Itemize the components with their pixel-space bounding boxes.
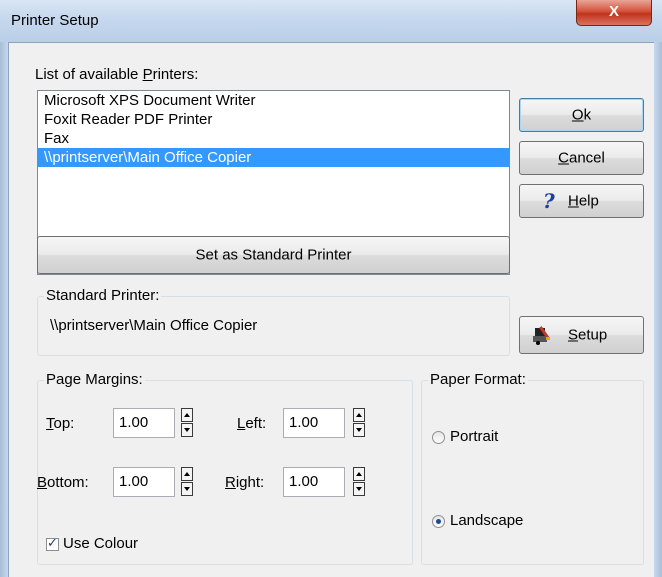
- landscape-label[interactable]: Landscape: [450, 512, 523, 529]
- printer-wrench-icon: [533, 326, 550, 345]
- left-margin-spinner[interactable]: [353, 408, 365, 438]
- left-margin-input[interactable]: 1.00: [283, 408, 345, 438]
- standard-printer-value: \\printserver\Main Office Copier: [50, 317, 258, 334]
- portrait-radio[interactable]: [432, 431, 445, 444]
- printer-item-foxit[interactable]: Foxit Reader PDF Printer: [38, 110, 509, 129]
- standard-printer-group: Standard Printer: \\printserver\Main Off…: [37, 287, 510, 356]
- spin-up-icon[interactable]: [181, 467, 193, 481]
- window-frame-right: [654, 42, 662, 577]
- bottom-margin-spinner[interactable]: [181, 467, 193, 497]
- printers-list-label: List of available Printers:: [35, 66, 199, 83]
- left-margin-label: Left:: [237, 415, 267, 432]
- dialog-body: List of available Printers: Microsoft XP…: [8, 42, 654, 577]
- help-button[interactable]: ? Help: [519, 184, 644, 218]
- window-title: Printer Setup: [11, 12, 99, 29]
- close-button[interactable]: X: [576, 0, 652, 26]
- spin-up-icon[interactable]: [353, 408, 365, 422]
- use-colour-checkbox[interactable]: [46, 536, 59, 551]
- top-margin-spinner[interactable]: [181, 408, 193, 438]
- setup-button[interactable]: Setup: [519, 316, 644, 354]
- top-margin-label: Top:: [46, 415, 75, 432]
- page-margins-title: Page Margins:: [44, 371, 145, 388]
- ok-button[interactable]: Ok: [519, 98, 644, 132]
- right-margin-input[interactable]: 1.00: [283, 467, 345, 497]
- bottom-margin-label: Bottom:: [37, 474, 89, 491]
- right-margin-label: Right:: [225, 474, 265, 491]
- close-icon: X: [608, 3, 619, 20]
- spin-up-icon[interactable]: [181, 408, 193, 422]
- spin-down-icon[interactable]: [353, 423, 365, 437]
- spin-up-icon[interactable]: [353, 467, 365, 481]
- portrait-label[interactable]: Portrait: [450, 428, 498, 445]
- spin-down-icon[interactable]: [181, 423, 193, 437]
- landscape-radio[interactable]: [432, 515, 445, 528]
- use-colour-label[interactable]: Use Colour: [63, 535, 138, 552]
- paper-format-group: Paper Format:: [421, 371, 644, 565]
- window-frame-left: [0, 42, 8, 577]
- title-bar: Printer Setup X: [0, 0, 662, 42]
- help-icon: ?: [543, 189, 555, 213]
- printer-item-main-office-copier[interactable]: \\printserver\Main Office Copier: [38, 148, 509, 167]
- paper-format-title: Paper Format:: [428, 371, 528, 388]
- top-margin-input[interactable]: 1.00: [113, 408, 175, 438]
- cancel-button[interactable]: Cancel: [519, 141, 644, 175]
- standard-printer-title: Standard Printer:: [44, 287, 162, 304]
- printer-item-xps[interactable]: Microsoft XPS Document Writer: [38, 91, 509, 110]
- set-standard-printer-button[interactable]: Set as Standard Printer: [37, 236, 510, 274]
- bottom-margin-input[interactable]: 1.00: [113, 467, 175, 497]
- spin-down-icon[interactable]: [181, 482, 193, 496]
- spin-down-icon[interactable]: [353, 482, 365, 496]
- right-margin-spinner[interactable]: [353, 467, 365, 497]
- printer-item-fax[interactable]: Fax: [38, 129, 509, 148]
